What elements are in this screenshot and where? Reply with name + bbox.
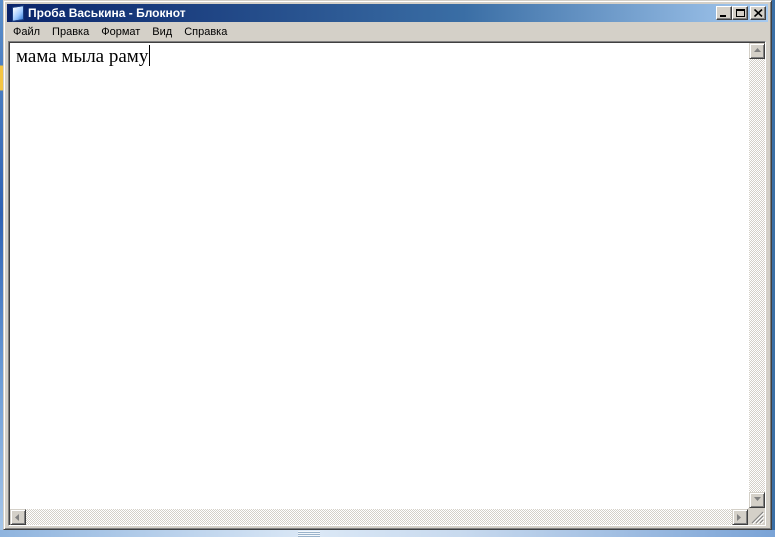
title-bar[interactable]: Проба Васькина - Блокнот (7, 4, 768, 22)
menu-help[interactable]: Справка (178, 23, 233, 41)
arrow-down-icon (754, 497, 761, 501)
notepad-icon[interactable] (10, 5, 24, 22)
editor-text-area[interactable]: мама мыла раму (16, 45, 745, 505)
taskbar-grip[interactable] (298, 531, 320, 537)
resize-grip-icon (751, 511, 765, 525)
resize-grip[interactable] (748, 508, 765, 525)
minimize-icon (720, 15, 726, 17)
close-button[interactable] (750, 6, 766, 20)
menu-format[interactable]: Формат (95, 23, 146, 41)
scroll-up-button[interactable] (749, 43, 765, 59)
taskbar-edge (0, 530, 775, 537)
notepad-window: Проба Васькина - Блокнот Файл Правка Фор… (3, 0, 772, 530)
arrow-left-icon (15, 514, 19, 521)
menu-file[interactable]: Файл (7, 23, 46, 41)
window-title: Проба Васькина - Блокнот (28, 6, 186, 20)
window-controls (716, 6, 766, 20)
arrow-up-icon (754, 48, 761, 52)
menu-edit[interactable]: Правка (46, 23, 95, 41)
maximize-button[interactable] (732, 6, 748, 20)
text-caret (149, 45, 151, 66)
horizontal-scrollbar[interactable] (10, 509, 748, 525)
text-editor[interactable]: мама мыла раму (8, 41, 766, 526)
arrow-right-icon (737, 514, 741, 521)
menu-bar: Файл Правка Формат Вид Справка (7, 23, 768, 41)
scroll-left-button[interactable] (10, 509, 26, 525)
close-icon (754, 9, 763, 17)
menu-view[interactable]: Вид (146, 23, 178, 41)
scroll-down-button[interactable] (749, 492, 765, 508)
minimize-button[interactable] (716, 6, 732, 20)
maximize-icon (736, 9, 745, 17)
scroll-right-button[interactable] (732, 509, 748, 525)
editor-text: мама мыла раму (16, 46, 149, 67)
vertical-scrollbar[interactable] (749, 43, 765, 508)
